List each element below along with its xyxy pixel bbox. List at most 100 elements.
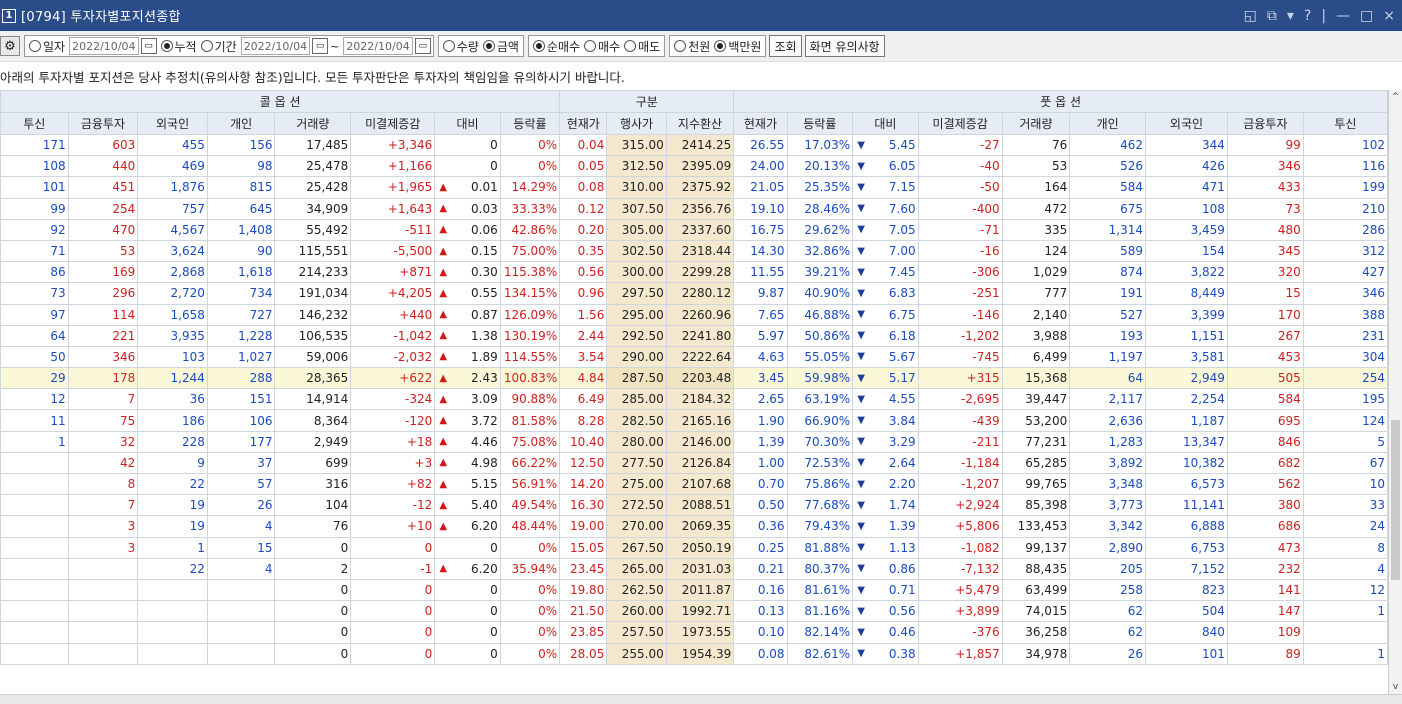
put-fin-invest: 380 <box>1226 494 1304 517</box>
scroll-thumb[interactable] <box>1391 420 1400 580</box>
link-window-icon[interactable]: ⧉ <box>1267 8 1277 24</box>
radio-buy[interactable]: 매수 <box>584 38 620 55</box>
put-price: 0.13 <box>733 600 788 623</box>
col-header[interactable]: 투신 <box>1302 112 1389 135</box>
col-header[interactable]: 미결제증감 <box>917 112 1003 135</box>
date-field-daily[interactable]: 2022/10/04 <box>69 37 139 55</box>
table-row[interactable]: 12 7 36 151 14,914 -324 ▲ 3.09 90.88% 6.49 285.00 2… <box>0 388 1389 411</box>
col-header[interactable]: 거래량 <box>274 112 352 135</box>
call-fin-invest: 470 <box>67 218 139 241</box>
col-header[interactable]: 외국인 <box>1145 112 1228 135</box>
put-foreign: 840 <box>1145 621 1228 644</box>
call-change: 4.98 <box>451 451 501 475</box>
col-header[interactable]: 금융투자 <box>67 112 139 135</box>
table-row[interactable]: 3 1 15 0 0 0 0% 15.05 267.50 2050.19 0.25 81.88% ▼ 1.… <box>0 536 1389 559</box>
radio-million-won[interactable]: 백만원 <box>714 38 761 55</box>
radio-sell[interactable]: 매도 <box>624 38 660 55</box>
date-field-start[interactable]: 2022/10/04 <box>240 37 311 55</box>
strike-price: 272.50 <box>606 494 667 517</box>
col-header[interactable]: 현재가 <box>559 112 608 135</box>
put-volume: 99,765 <box>1001 472 1071 496</box>
col-header[interactable]: 개인 <box>1069 112 1146 135</box>
call-fin-invest: 296 <box>67 282 139 305</box>
calendar-icon[interactable]: ▭ <box>414 38 431 54</box>
date-field-end[interactable]: 2022/10/04 <box>343 37 413 55</box>
strike-price: 270.00 <box>606 515 667 538</box>
col-header[interactable]: 지수환산 <box>665 112 735 135</box>
table-row[interactable]: 11 75 186 106 8,364 -120 ▲ 3.72 81.58% 8.28 282.50… <box>0 409 1389 432</box>
call-rate: 126.09% <box>499 303 561 326</box>
pin-icon[interactable]: ▾ <box>1287 8 1294 24</box>
table-row[interactable]: 0 0 0 0% 19.80 262.50 2011.87 0.16 81.61% ▼ 0.71 +5… <box>0 578 1389 602</box>
put-price: 19.10 <box>733 197 788 220</box>
col-header[interactable]: 행사가 <box>606 112 667 135</box>
table-row[interactable]: 22 4 2 -1 ▲ 6.20 35.94% 23.45 265.00 2031.03 0.21 8… <box>0 557 1389 580</box>
call-oi-change: +1,965 <box>350 176 436 199</box>
table-row[interactable]: 3 19 4 76 +10 ▲ 6.20 48.44% 19.00 270.00 2069.35 0.… <box>0 515 1389 538</box>
scroll-up-icon[interactable]: ^ <box>1389 90 1402 104</box>
calendar-icon[interactable]: ▭ <box>140 38 157 54</box>
radio-amount[interactable]: 금액 <box>482 38 519 55</box>
call-individual: 1,027 <box>206 345 276 369</box>
table-row[interactable]: 8 22 57 316 +82 ▲ 5.15 56.91% 14.20 275.00 2107.68… <box>0 472 1389 496</box>
table-row[interactable]: 99 254 757 645 34,909 +1,643 ▲ 0.03 33.33% 0.12 30… <box>0 197 1389 220</box>
table-row[interactable]: 108 440 469 98 25,478 +1,166 0 0% 0.05 312.50 2395… <box>0 155 1389 178</box>
scroll-down-icon[interactable]: v <box>1389 680 1402 694</box>
table-row[interactable]: 0 0 0 0% 21.50 260.00 1992.71 0.13 81.16% ▼ 0.56 +3… <box>0 600 1389 623</box>
table-row[interactable]: 64 221 3,935 1,228 106,535 -1,042 ▲ 1.38 130.19%… <box>0 324 1389 347</box>
gear-icon[interactable]: ⚙ <box>0 36 20 56</box>
col-header[interactable]: 외국인 <box>137 112 208 135</box>
table-row[interactable]: 1 32 228 177 2,949 +18 ▲ 4.46 75.08% 10.40 280.00 2… <box>0 430 1389 453</box>
col-header[interactable]: 등락률 <box>499 112 561 135</box>
col-header[interactable]: 대비 <box>852 112 919 135</box>
table-row[interactable]: 50 346 103 1,027 59,006 -2,032 ▲ 1.89 114.55% 3.5… <box>0 345 1389 369</box>
screen-notice-button[interactable]: 화면 유의사항 <box>804 35 885 57</box>
table-row[interactable]: 73 296 2,720 734 191,034 +4,205 ▲ 0.55 134.15% 0.… <box>0 282 1389 305</box>
call-change: 2.43 <box>451 367 501 390</box>
call-volume: 0 <box>274 536 352 559</box>
col-header[interactable]: 투신 <box>0 112 69 135</box>
table-row[interactable]: 97 114 1,658 727 146,232 +440 ▲ 0.87 126.09% 1.56… <box>0 303 1389 326</box>
col-header[interactable]: 등락률 <box>786 112 854 135</box>
call-change: 0 <box>451 600 501 623</box>
radio-daily[interactable]: 일자 <box>29 38 65 55</box>
radio-thousand-won[interactable]: 천원 <box>674 38 710 55</box>
put-trust: 346 <box>1302 282 1389 305</box>
table-row[interactable]: 0 0 0 0% 28.05 255.00 1954.39 0.08 82.61% ▼ 0.38 +1… <box>0 642 1389 665</box>
maximize-icon[interactable]: □ <box>1360 8 1373 24</box>
put-price: 9.87 <box>733 282 788 305</box>
calendar-icon[interactable]: ▭ <box>312 38 329 54</box>
vertical-scrollbar[interactable]: ^ v <box>1388 90 1402 694</box>
radio-net-buy[interactable]: 순매수 <box>532 38 580 55</box>
help-icon[interactable]: ? <box>1304 8 1311 24</box>
table-row[interactable]: 42 9 37 699 +3 ▲ 4.98 66.22% 12.50 277.50 2126.84 1… <box>0 451 1389 475</box>
table-row[interactable]: 92 470 4,567 1,408 55,492 -511 ▲ 0.06 42.86% 0.20… <box>0 218 1389 241</box>
put-change: 7.45 <box>868 261 919 284</box>
table-row[interactable]: 0 0 0 0% 23.85 257.50 1973.55 0.10 82.14% ▼ 0.46 -3… <box>0 621 1389 644</box>
call-fin-invest <box>67 600 139 623</box>
col-header[interactable]: 미결제증감 <box>350 112 436 135</box>
table-row[interactable]: 86 169 2,868 1,618 214,233 +871 ▲ 0.30 115.38% 0.… <box>0 261 1389 284</box>
table-row[interactable]: 29 178 1,244 288 28,365 +622 ▲ 2.43 100.83% 4.84 2… <box>0 367 1389 390</box>
restore-icon[interactable]: ◱ <box>1244 8 1257 24</box>
call-foreign: 2,720 <box>137 282 208 305</box>
radio-range[interactable]: 기간 <box>200 38 237 55</box>
radio-qty[interactable]: 수량 <box>442 38 479 55</box>
put-trust: 254 <box>1302 367 1389 390</box>
col-header[interactable]: 개인 <box>206 112 276 135</box>
table-row[interactable]: 171 603 455 156 17,485 +3,346 0 0% 0.04 315.00 241… <box>0 133 1389 157</box>
horizontal-scrollbar[interactable] <box>0 694 1402 704</box>
table-row[interactable]: 101 451 1,876 815 25,428 +1,965 ▲ 0.01 14.29% 0.0… <box>0 176 1389 199</box>
table-row[interactable]: 71 53 3,624 90 115,551 -5,500 ▲ 0.15 75.00% 0.35 3… <box>0 239 1389 263</box>
col-header[interactable]: 거래량 <box>1001 112 1071 135</box>
col-header[interactable]: 대비 <box>434 112 501 135</box>
put-foreign: 101 <box>1145 642 1228 665</box>
radio-cumulative[interactable]: 누적 <box>160 38 197 55</box>
col-header[interactable]: 현재가 <box>733 112 788 135</box>
minimize-icon[interactable]: — <box>1336 8 1350 24</box>
table-row[interactable]: 7 19 26 104 -12 ▲ 5.40 49.54% 16.30 272.50 2088.51… <box>0 494 1389 517</box>
close-icon[interactable]: × <box>1383 8 1395 24</box>
call-individual: 1,618 <box>206 261 276 284</box>
col-header[interactable]: 금융투자 <box>1226 112 1304 135</box>
query-button[interactable]: 조회 <box>769 35 802 57</box>
